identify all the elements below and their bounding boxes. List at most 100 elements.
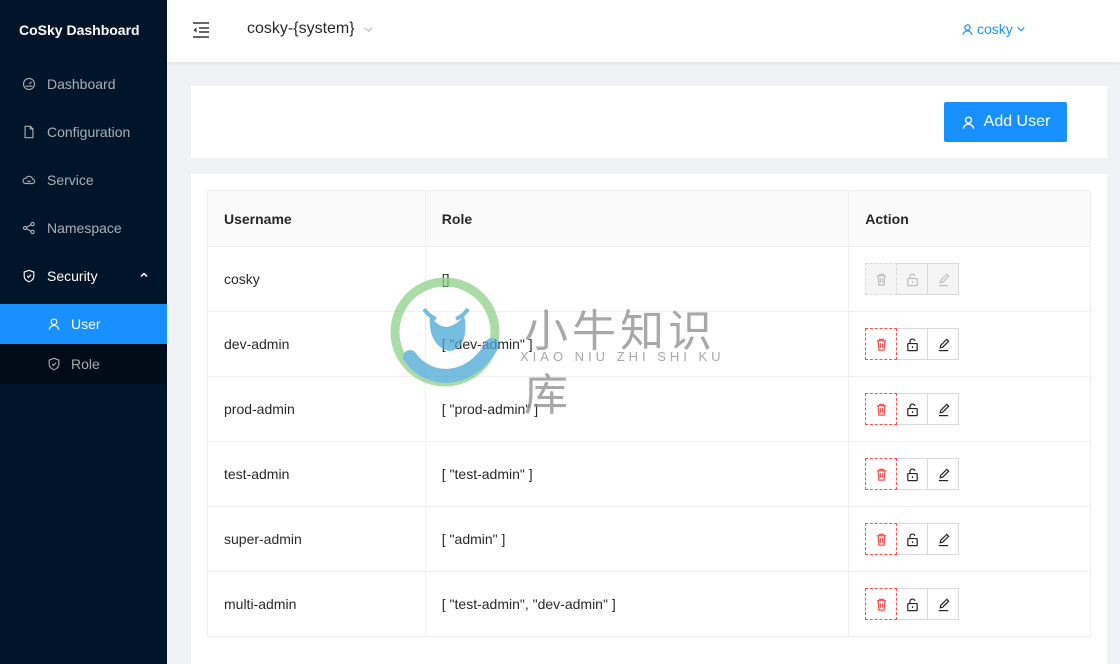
edit-icon [936,402,951,417]
action-cell [848,571,1091,637]
chevron-up-icon [140,272,148,278]
unlock-icon [905,467,920,482]
action-button-group [865,458,960,490]
delete-icon [874,272,889,287]
sidebar-item-label: Dashboard [47,76,116,92]
username-cell: test-admin [207,441,426,507]
user-icon [961,23,974,36]
delete-icon [874,532,889,547]
unlock-user-button[interactable] [896,588,929,620]
user-dropdown[interactable]: cosky [961,21,1026,37]
delete-icon [874,597,889,612]
shield-icon [22,269,36,283]
edit-icon [936,597,951,612]
delete-user-button[interactable] [865,523,898,555]
menu-fold-icon[interactable] [191,21,211,39]
action-cell [848,506,1091,572]
edit-icon [936,272,951,287]
sidebar-item-label: Security [47,268,98,284]
column-header-username: Username [207,190,426,247]
unlock-user-button[interactable] [896,393,929,425]
unlock-user-button[interactable] [896,328,929,360]
username-cell: multi-admin [207,571,426,637]
table-row: multi-admin [ "test-admin", "dev-admin" … [207,571,1091,637]
table-row: prod-admin [ "prod-admin" ] [207,376,1091,442]
namespace-value: cosky-{system} [247,20,355,37]
namespace-select[interactable]: cosky-{system} [247,20,374,38]
add-user-button[interactable]: Add User [944,102,1067,142]
delete-user-button[interactable] [865,393,898,425]
unlock-user-button[interactable] [896,263,929,295]
sidebar-item-label: Role [71,356,100,372]
delete-user-button[interactable] [865,588,898,620]
role-cell: [ "dev-admin" ] [425,311,850,377]
delete-icon [874,467,889,482]
delete-user-button[interactable] [865,263,898,295]
sidebar-item-namespace[interactable]: Namespace [0,208,167,248]
delete-user-button[interactable] [865,328,898,360]
username-cell: cosky [207,246,426,312]
top-header: cosky-{system} cosky [167,0,1120,62]
unlock-user-button[interactable] [896,458,929,490]
sidebar-item-dashboard[interactable]: Dashboard [0,64,167,104]
user-table: Username Role Action cosky [] dev-admin … [207,190,1091,637]
table-header-row: Username Role Action [207,190,1091,247]
edit-user-button[interactable] [927,588,960,620]
chevron-down-icon [364,26,373,32]
sidebar-item-configuration[interactable]: Configuration [0,112,167,152]
action-cell [848,311,1091,377]
delete-user-button[interactable] [865,458,898,490]
role-cell: [ "test-admin", "dev-admin" ] [425,571,850,637]
unlock-icon [905,597,920,612]
sidebar-item-user[interactable]: User [0,304,167,344]
unlock-icon [905,532,920,547]
edit-icon [936,532,951,547]
edit-user-button[interactable] [927,328,960,360]
shield-icon [47,357,61,371]
table-row: cosky [] [207,246,1091,312]
edit-user-button[interactable] [927,523,960,555]
edit-icon [936,467,951,482]
unlock-icon [905,402,920,417]
cloud-icon [22,173,36,187]
sidebar-item-role[interactable]: Role [0,344,167,384]
action-button-group [865,588,960,620]
table-row: super-admin [ "admin" ] [207,506,1091,572]
action-cell [848,376,1091,442]
username-cell: super-admin [207,506,426,572]
unlock-user-button[interactable] [896,523,929,555]
sidebar-item-label: Service [47,172,94,188]
sidebar: CoSky Dashboard Dashboard Configuration … [0,0,167,664]
security-submenu: User Role [0,304,167,384]
delete-icon [874,337,889,352]
sidebar-item-service[interactable]: Service [0,160,167,200]
action-button-group [865,393,960,425]
username-label: cosky [977,21,1013,37]
user-table-card: Username Role Action cosky [] dev-admin … [191,174,1107,664]
edit-user-button[interactable] [927,393,960,425]
action-button-group [865,523,960,555]
role-cell: [ "prod-admin" ] [425,376,850,442]
column-header-action: Action [848,190,1091,247]
sidebar-item-label: User [71,316,101,332]
role-cell: [] [425,246,850,312]
user-icon [962,115,974,129]
username-cell: prod-admin [207,376,426,442]
add-user-label: Add User [983,113,1051,130]
delete-icon [874,402,889,417]
cluster-icon [22,221,36,235]
action-cell [848,441,1091,507]
user-icon [47,317,61,331]
unlock-icon [905,337,920,352]
dashboard-icon [22,77,36,91]
edit-user-button[interactable] [927,263,960,295]
action-cell [848,246,1091,312]
username-cell: dev-admin [207,311,426,377]
unlock-icon [905,272,920,287]
edit-icon [936,337,951,352]
table-row: test-admin [ "test-admin" ] [207,441,1091,507]
edit-user-button[interactable] [927,458,960,490]
sidebar-item-security[interactable]: Security [0,256,167,296]
table-row: dev-admin [ "dev-admin" ] [207,311,1091,377]
role-cell: [ "admin" ] [425,506,850,572]
